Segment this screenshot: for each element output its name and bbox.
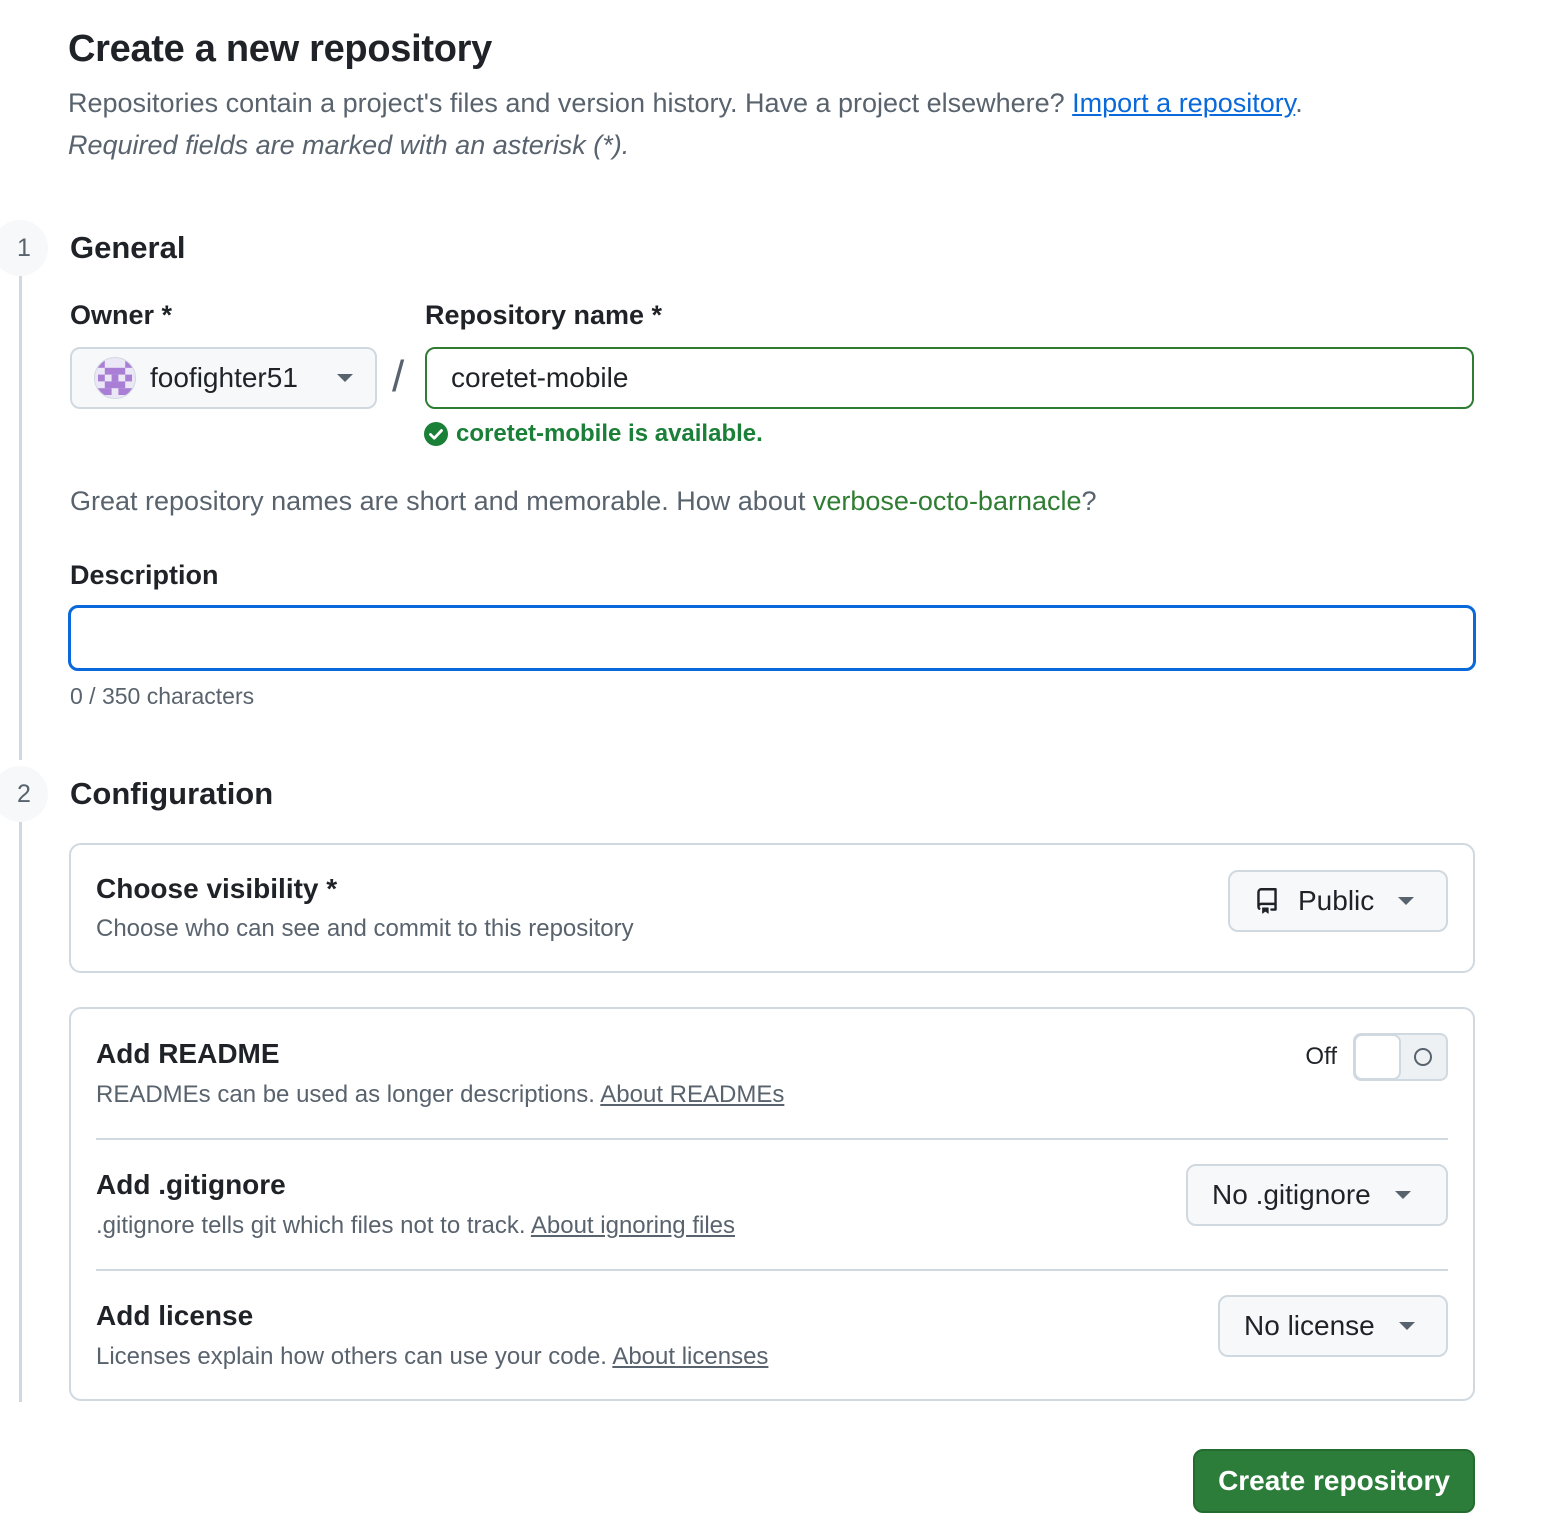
- timeline-line: [19, 276, 22, 760]
- step-badge-2: 2: [0, 766, 48, 822]
- readme-subtitle-text: READMEs can be used as longer descriptio…: [96, 1081, 601, 1108]
- owner-avatar: [94, 357, 136, 399]
- license-subtitle-text: Licenses explain how others can use your…: [96, 1343, 613, 1370]
- visibility-title: Choose visibility *: [96, 873, 338, 904]
- identicon-icon: [98, 361, 132, 395]
- triangle-down-icon: [337, 374, 353, 382]
- license-select-button[interactable]: No license: [1218, 1295, 1448, 1357]
- create-repository-button[interactable]: Create repository: [1193, 1449, 1475, 1513]
- gitignore-select-button[interactable]: No .gitignore: [1186, 1164, 1448, 1226]
- visibility-card: Choose visibility * Choose who can see a…: [69, 843, 1475, 973]
- required-fields-note: Required fields are marked with an aster…: [68, 130, 630, 160]
- owner-name: foofighter51: [150, 362, 298, 393]
- gitignore-subtitle-text: .gitignore tells git which files not to …: [96, 1212, 531, 1239]
- license-value: No license: [1244, 1310, 1375, 1341]
- gitignore-subtitle: .gitignore tells git which files not to …: [96, 1212, 735, 1240]
- intro-end: .: [1295, 88, 1303, 118]
- intro-text: Repositories contain a project's files a…: [68, 88, 1073, 118]
- gitignore-title: Add .gitignore: [96, 1169, 286, 1200]
- section-title-configuration: Configuration: [70, 776, 274, 811]
- description-char-count: 0 / 350 characters: [70, 683, 255, 709]
- readme-title: Add README: [96, 1038, 280, 1069]
- availability-message: coretet-mobile is available.: [424, 420, 763, 448]
- divider: [96, 1138, 1448, 1140]
- suggest-suffix: ?: [1081, 486, 1097, 516]
- suggest-prefix: Great repository names are short and mem…: [70, 486, 813, 516]
- suggested-name-link[interactable]: verbose-octo-barnacle: [813, 486, 1082, 516]
- triangle-down-icon: [1398, 1322, 1415, 1330]
- page-title: Create a new repository: [68, 28, 492, 70]
- step-badge-1: 1: [0, 220, 48, 276]
- page-intro: Repositories contain a project's files a…: [68, 88, 1303, 119]
- license-title: Add license: [96, 1300, 254, 1331]
- repository-name-label: Repository name *: [425, 300, 663, 330]
- timeline-line: [19, 822, 22, 1402]
- owner-label: Owner *: [70, 300, 173, 330]
- about-licenses-link[interactable]: About licenses: [612, 1343, 768, 1370]
- repository-name-input[interactable]: coretet-mobile: [425, 347, 1474, 409]
- description-label: Description: [70, 560, 219, 590]
- owner-select-button[interactable]: foofighter51: [70, 347, 377, 409]
- toggle-off-icon: [1414, 1048, 1432, 1066]
- readme-subtitle: READMEs can be used as longer descriptio…: [96, 1081, 784, 1109]
- description-input[interactable]: [68, 605, 1476, 671]
- about-ignoring-files-link[interactable]: About ignoring files: [531, 1212, 735, 1239]
- about-readmes-link[interactable]: About READMEs: [600, 1081, 784, 1108]
- repo-icon: [1257, 888, 1277, 914]
- readme-toggle-group: Off: [1305, 1033, 1448, 1081]
- gitignore-value: No .gitignore: [1212, 1179, 1371, 1210]
- section-title-general: General: [70, 230, 186, 265]
- toggle-knob: [1354, 1034, 1401, 1080]
- name-suggestion: Great repository names are short and mem…: [70, 486, 1097, 517]
- divider: [96, 1269, 1448, 1271]
- triangle-down-icon: [1398, 897, 1415, 905]
- readme-toggle-state: Off: [1305, 1043, 1337, 1070]
- visibility-value: Public: [1298, 885, 1375, 916]
- owner-repo-separator: /: [392, 352, 405, 401]
- repository-options-card: Add README READMEs can be used as longer…: [69, 1007, 1475, 1401]
- visibility-select-button[interactable]: Public: [1228, 870, 1448, 932]
- check-circle-icon: [424, 422, 448, 446]
- import-repository-link[interactable]: Import a repository: [1072, 88, 1295, 118]
- visibility-subtitle: Choose who can see and commit to this re…: [96, 915, 634, 942]
- license-subtitle: Licenses explain how others can use your…: [96, 1343, 768, 1371]
- readme-toggle[interactable]: [1353, 1033, 1448, 1081]
- triangle-down-icon: [1394, 1191, 1411, 1199]
- availability-text: coretet-mobile is available.: [456, 420, 763, 447]
